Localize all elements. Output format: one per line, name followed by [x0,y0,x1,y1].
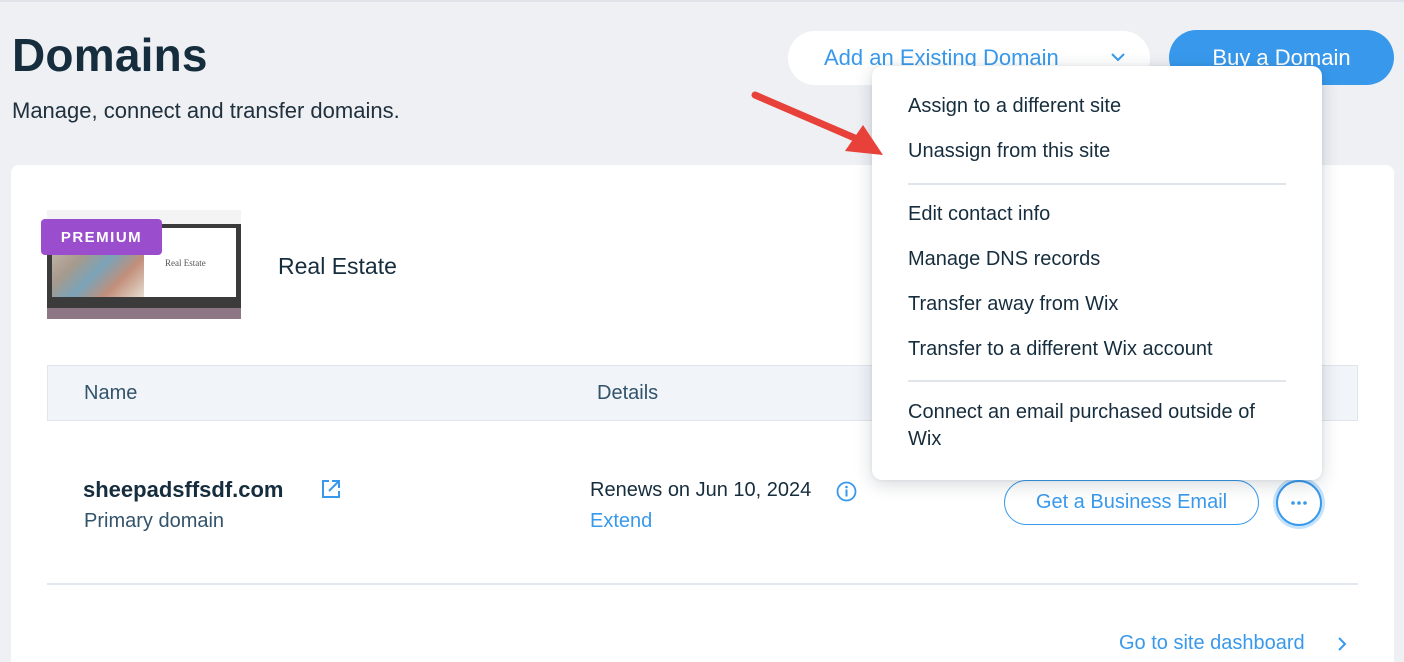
site-name: Real Estate [278,253,397,279]
top-border [0,0,1404,2]
page-title: Domains [12,29,208,81]
menu-item-unassign-site[interactable]: Unassign from this site [908,140,1110,163]
row-divider [47,583,1358,585]
go-to-site-dashboard-link[interactable]: Go to site dashboard [1119,632,1305,655]
more-actions-button[interactable] [1276,480,1322,526]
menu-divider [908,183,1286,185]
menu-item-transfer-away[interactable]: Transfer away from Wix [908,293,1118,316]
annotation-arrow-icon [751,91,883,155]
domain-name: sheepadsffsdf.com [83,477,284,502]
ellipsis-icon [1291,501,1307,505]
domains-page: Domains Manage, connect and transfer dom… [0,0,1404,662]
menu-item-edit-contact-info[interactable]: Edit contact info [908,203,1050,226]
chevron-right-icon[interactable] [1337,636,1347,652]
get-business-email-button[interactable]: Get a Business Email [1004,480,1259,525]
domain-type: Primary domain [84,510,225,532]
extend-link[interactable]: Extend [590,510,652,533]
chevron-down-icon [1111,53,1125,62]
page-subtitle: Manage, connect and transfer domains. [12,98,400,123]
renewal-date: Renews on Jun 10, 2024 [590,479,812,501]
menu-item-manage-dns[interactable]: Manage DNS records [908,248,1100,271]
column-header-details: Details [597,382,659,404]
column-header-name: Name [84,382,138,404]
menu-item-assign-different-site[interactable]: Assign to a different site [908,95,1121,118]
premium-badge: PREMIUM [41,219,162,255]
external-link-icon[interactable] [320,478,342,500]
menu-item-connect-external-email[interactable]: Connect an email purchased outside of Wi… [908,399,1288,453]
menu-divider [908,380,1286,382]
menu-item-transfer-different-account[interactable]: Transfer to a different Wix account [908,338,1213,361]
thumbnail-site-title: Real Estate [165,258,206,268]
info-icon[interactable] [836,481,857,502]
